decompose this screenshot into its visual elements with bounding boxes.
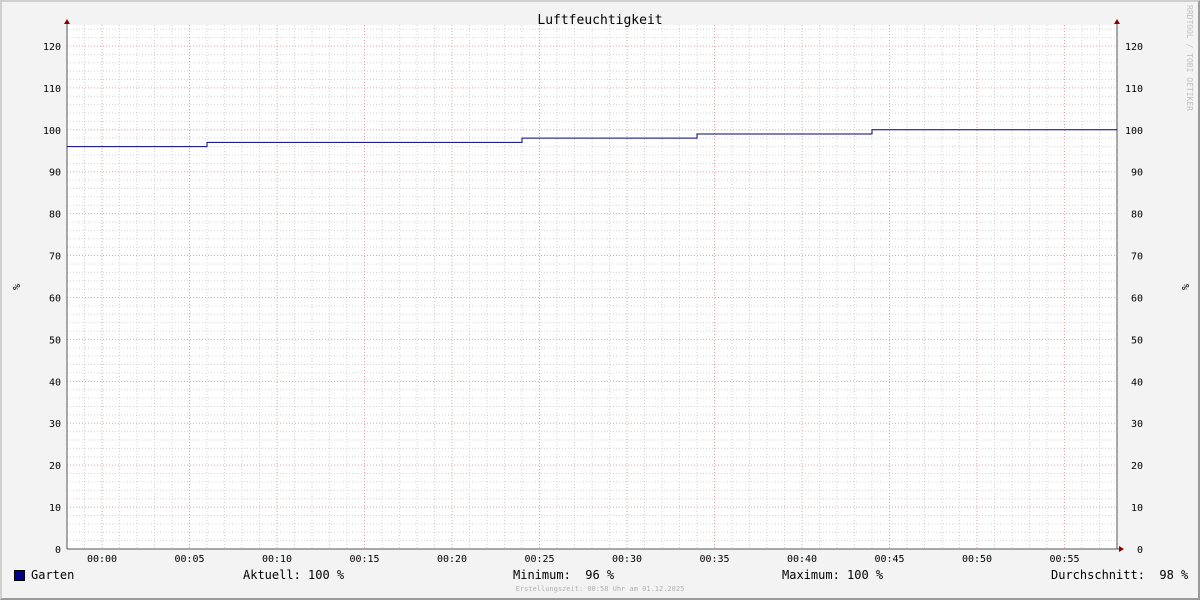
y-tick-label-right: 10 xyxy=(1131,503,1143,514)
x-axis-arrow xyxy=(1119,546,1124,552)
x-tick-label: 00:10 xyxy=(262,554,292,565)
x-tick-label: 00:55 xyxy=(1049,554,1079,565)
y-tick-label-left: 50 xyxy=(49,335,61,346)
x-tick-label: 00:50 xyxy=(962,554,992,565)
y-tick-label-right: 120 xyxy=(1125,42,1143,53)
x-tick-label: 00:15 xyxy=(349,554,379,565)
x-tick-label: 00:00 xyxy=(87,554,117,565)
y-tick-label-left: 60 xyxy=(49,293,61,304)
y-axis-label-right: % xyxy=(1179,284,1190,290)
stat-average: Durchschnitt: 98 % xyxy=(1051,568,1189,582)
legend-swatch xyxy=(14,569,25,581)
stat-maximum: Maximum: 100 % xyxy=(782,568,884,582)
x-tick-label: 00:30 xyxy=(612,554,642,565)
y-tick-label-right: 90 xyxy=(1131,168,1143,179)
rrdtool-watermark: RRDTOOL / TOBI OETIKER xyxy=(1185,5,1194,111)
x-tick-label: 00:40 xyxy=(787,554,817,565)
y-tick-label-left: 110 xyxy=(43,84,61,95)
y-tick-label-right: 110 xyxy=(1125,84,1143,95)
creation-time-footer: Erstellungszeit: 00:58 Uhr am 01.12.2025 xyxy=(515,585,685,593)
y-tick-label-right: 50 xyxy=(1131,335,1143,346)
y-tick-label-left: 100 xyxy=(43,126,61,137)
stat-current: Aktuell: 100 % xyxy=(243,568,345,582)
y-tick-label-right: 70 xyxy=(1131,252,1143,263)
y-tick-label-left: 70 xyxy=(49,252,61,263)
y-tick-label-left: 10 xyxy=(49,503,61,514)
y-tick-label-left: 40 xyxy=(49,377,61,388)
x-tick-label: 00:45 xyxy=(874,554,904,565)
y-tick-label-right: 30 xyxy=(1131,419,1143,430)
y-tick-label-right: 80 xyxy=(1131,210,1143,221)
y-tick-label-right: 20 xyxy=(1131,461,1143,472)
x-tick-label: 00:35 xyxy=(699,554,729,565)
y-tick-label-left: 0 xyxy=(55,545,61,556)
y-tick-label-right: 0 xyxy=(1137,545,1143,556)
y-tick-label-left: 90 xyxy=(49,168,61,179)
stat-minimum: Minimum: 96 % xyxy=(513,568,615,582)
y-tick-label-right: 60 xyxy=(1131,293,1143,304)
y-axis-label-left: % xyxy=(10,284,21,290)
y-tick-label-left: 20 xyxy=(49,461,61,472)
y-axis-arrow-right xyxy=(1114,19,1120,24)
x-tick-label: 00:20 xyxy=(437,554,467,565)
y-tick-label-left: 120 xyxy=(43,42,61,53)
x-tick-label: 00:25 xyxy=(524,554,554,565)
chart-title: Luftfeuchtigkeit xyxy=(537,13,662,28)
y-tick-label-left: 30 xyxy=(49,419,61,430)
y-tick-label-left: 80 xyxy=(49,210,61,221)
humidity-chart: 0 0 10 10 20 20 30 30 40 40 50 50 60 60 70 70 80 80 90 90 10… xyxy=(10,5,1194,565)
y-axis-arrow-left xyxy=(64,19,70,24)
y-tick-label-right: 40 xyxy=(1131,377,1143,388)
y-tick-label-right: 100 xyxy=(1125,126,1143,137)
legend: Garten xyxy=(14,568,74,582)
x-tick-label: 00:05 xyxy=(174,554,204,565)
legend-series-name: Garten xyxy=(31,568,75,582)
